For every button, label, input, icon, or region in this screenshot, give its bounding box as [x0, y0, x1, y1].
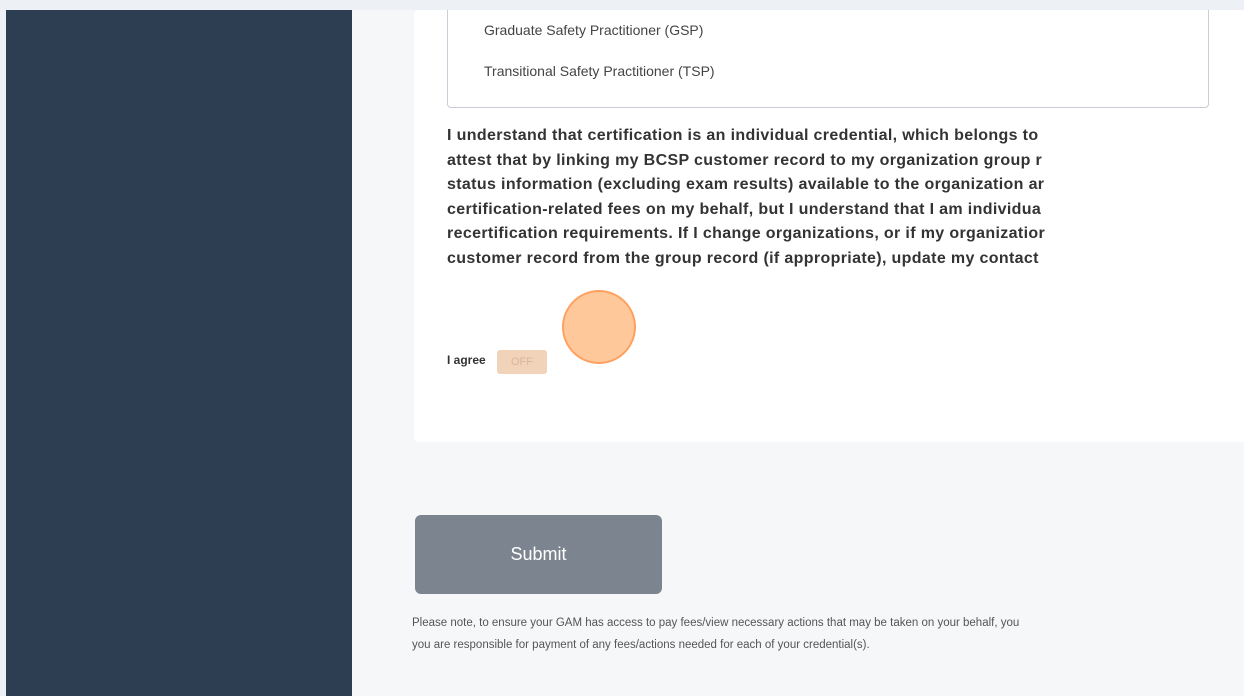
main-content: Graduate Safety Practitioner (GSP) Trans… — [352, 10, 1244, 696]
payment-note: Please note, to ensure your GAM has acce… — [412, 612, 1244, 656]
note-line: you are responsible for payment of any f… — [412, 639, 870, 651]
attestation-line: recertification requirements. If I chang… — [447, 225, 1046, 242]
dropdown-option-gsp[interactable]: Graduate Safety Practitioner (GSP) — [484, 22, 703, 38]
agree-label: I agree — [447, 353, 486, 367]
credential-dropdown-list: Graduate Safety Practitioner (GSP) Trans… — [447, 10, 1209, 108]
dropdown-option-tsp[interactable]: Transitional Safety Practitioner (TSP) — [484, 63, 715, 79]
agree-toggle[interactable]: OFF — [497, 350, 547, 374]
attestation-line: status information (excluding exam resul… — [447, 176, 1045, 193]
note-line: Please note, to ensure your GAM has acce… — [412, 617, 1020, 629]
attestation-line: I understand that certification is an in… — [447, 127, 1039, 144]
attestation-text: I understand that certification is an in… — [447, 124, 1244, 271]
attestation-line: customer record from the group record (i… — [447, 249, 1039, 267]
attestation-line: certification-related fees on my behalf,… — [447, 200, 1042, 218]
click-highlight — [562, 290, 636, 364]
attestation-line: attest that by linking my BCSP customer … — [447, 151, 1043, 169]
submit-button[interactable]: Submit — [415, 515, 662, 594]
sidebar — [6, 10, 352, 696]
